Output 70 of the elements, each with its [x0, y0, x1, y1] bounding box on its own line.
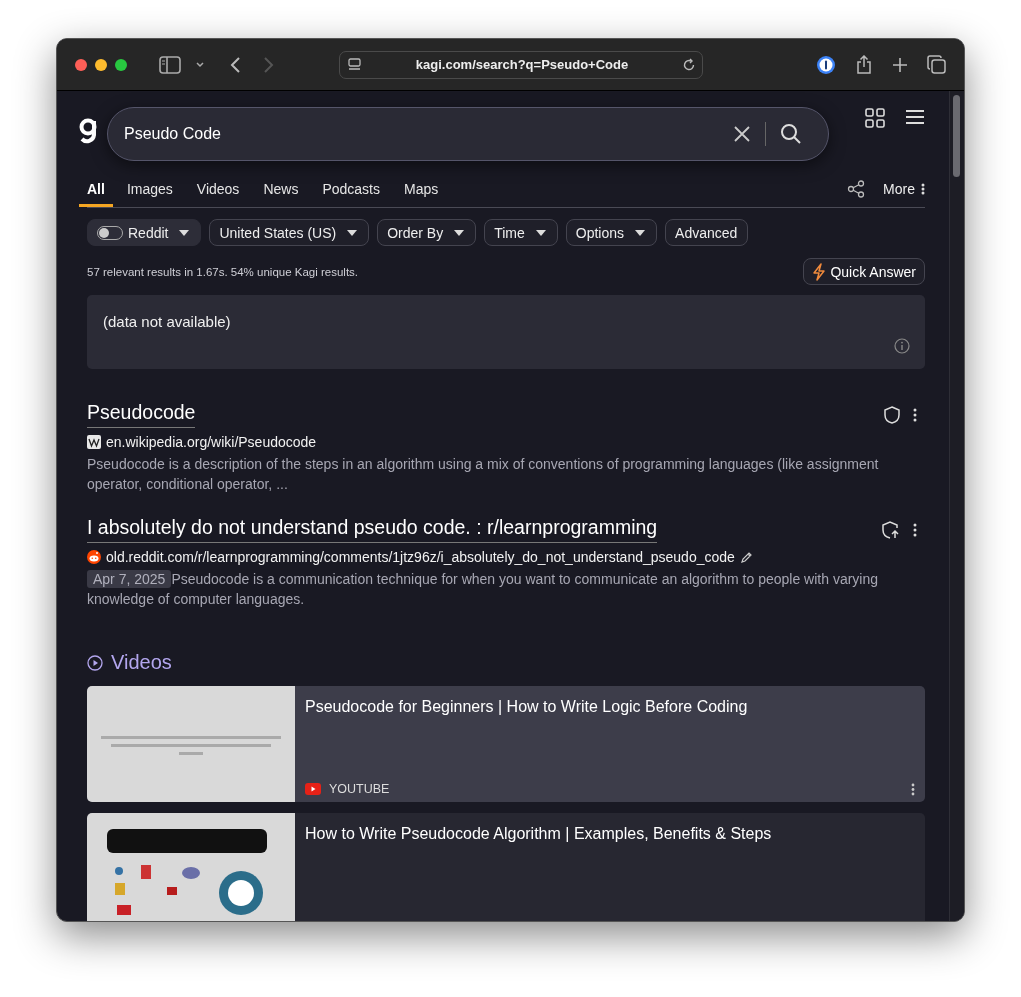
- address-bar[interactable]: kagi.com/search?q=Pseudo+Code: [339, 50, 703, 79]
- scrollbar[interactable]: [949, 91, 964, 921]
- filter-dropdown[interactable]: United States (US): [209, 219, 370, 246]
- more-button[interactable]: More: [883, 181, 925, 197]
- play-icon: [87, 654, 103, 671]
- more-options-icon[interactable]: [913, 407, 917, 422]
- shield-arrow-icon[interactable]: [881, 520, 901, 539]
- video-platform-icon: [305, 783, 321, 795]
- chevron-down-icon[interactable]: [195, 60, 205, 69]
- zoom-button[interactable]: [115, 58, 127, 71]
- caret-icon: [534, 228, 547, 237]
- pencil-icon[interactable]: [739, 550, 753, 564]
- more-options-icon[interactable]: [911, 782, 915, 796]
- results-stats: 57 relevant results in 1.67s. 54% unique Kagi results.: [87, 265, 359, 278]
- video-card[interactable]: How to Write Pseudocode Algorithm | Examples, Benefits & Steps: [87, 813, 925, 921]
- new-tab-icon[interactable]: [892, 56, 908, 73]
- logo-icon[interactable]: [79, 117, 99, 145]
- url-text: kagi.com/search?q=Pseudo+Code: [414, 57, 630, 72]
- section-heading: Videos: [111, 651, 172, 674]
- minimize-button[interactable]: [95, 58, 107, 71]
- kebab-icon: [921, 183, 925, 195]
- more-options-icon[interactable]: [913, 522, 917, 537]
- filter-toggle[interactable]: Reddit: [87, 219, 202, 246]
- filter-dropdown[interactable]: Order By: [377, 219, 477, 246]
- result-title-link[interactable]: Pseudocode: [87, 401, 196, 428]
- filter-dropdown[interactable]: Options: [565, 219, 658, 246]
- search-tab[interactable]: Images: [126, 171, 183, 207]
- close-button[interactable]: [75, 58, 87, 71]
- caret-icon: [346, 228, 359, 237]
- shield-icon[interactable]: [883, 405, 901, 424]
- password-manager-icon[interactable]: [816, 54, 836, 75]
- result-snippet: Apr 7, 2025 Pseudocode is a communication technique for when you want to communicate an algorithm to people with varying knowledge of computer languages.: [87, 569, 879, 609]
- info-icon[interactable]: [894, 338, 910, 354]
- lightning-icon: [812, 262, 827, 281]
- date-badge: Apr 7, 2025: [87, 570, 172, 588]
- search-tab[interactable]: News: [263, 171, 309, 207]
- share-icon[interactable]: [855, 54, 873, 75]
- caret-icon: [453, 228, 466, 237]
- share-icon[interactable]: [847, 180, 866, 198]
- filter-dropdown[interactable]: Time: [484, 219, 558, 246]
- apps-grid-icon[interactable]: [865, 108, 885, 128]
- tab-overview-icon[interactable]: [927, 55, 946, 74]
- reload-icon[interactable]: [682, 57, 696, 72]
- search-tab[interactable]: Podcasts: [322, 171, 390, 207]
- result-snippet: Pseudocode is a description of the steps in an algorithm using a mix of conventions of programming languages (like assignment operator, conditional operator, ...: [87, 455, 880, 494]
- search-tab[interactable]: Videos: [196, 171, 250, 207]
- video-card[interactable]: Pseudocode for Beginners | How to Write Logic Before Coding YOUTUBE: [87, 686, 925, 802]
- search-tab[interactable]: All: [79, 171, 113, 207]
- result-title-link[interactable]: I absolutely do not understand pseudo code. : r/learnprogramming: [87, 516, 658, 543]
- caret-icon: [634, 228, 647, 237]
- sidebar-icon[interactable]: [159, 55, 181, 74]
- menu-icon[interactable]: [905, 109, 925, 125]
- video-title[interactable]: How to Write Pseudocode Algorithm | Examples, Benefits & Steps: [305, 825, 915, 843]
- wikipedia-favicon-icon: [87, 435, 101, 449]
- search-tab[interactable]: Maps: [404, 171, 449, 207]
- quick-answer-button[interactable]: Quick Answer: [803, 258, 925, 285]
- video-source: YOUTUBE: [329, 782, 390, 796]
- answer-text: (data not available): [103, 313, 231, 330]
- page-settings-icon[interactable]: [348, 57, 362, 72]
- reddit-favicon-icon: [87, 550, 101, 564]
- clear-icon[interactable]: [733, 125, 751, 143]
- video-title[interactable]: Pseudocode for Beginners | How to Write Logic Before Coding: [305, 698, 915, 716]
- advanced-button[interactable]: Advanced: [665, 219, 749, 246]
- result-url[interactable]: old.reddit.com/r/learnprogramming/comments/1jtz96z/i_absolutely_do_not_understand_pseudo_code: [106, 549, 735, 565]
- result-url[interactable]: en.wikipedia.org/wiki/Pseudocode: [106, 434, 317, 450]
- search-icon[interactable]: [780, 123, 802, 145]
- search-input[interactable]: Pseudo Code: [124, 125, 719, 143]
- caret-icon: [178, 228, 191, 237]
- search-field[interactable]: Pseudo Code: [107, 107, 829, 161]
- back-icon[interactable]: [229, 55, 241, 74]
